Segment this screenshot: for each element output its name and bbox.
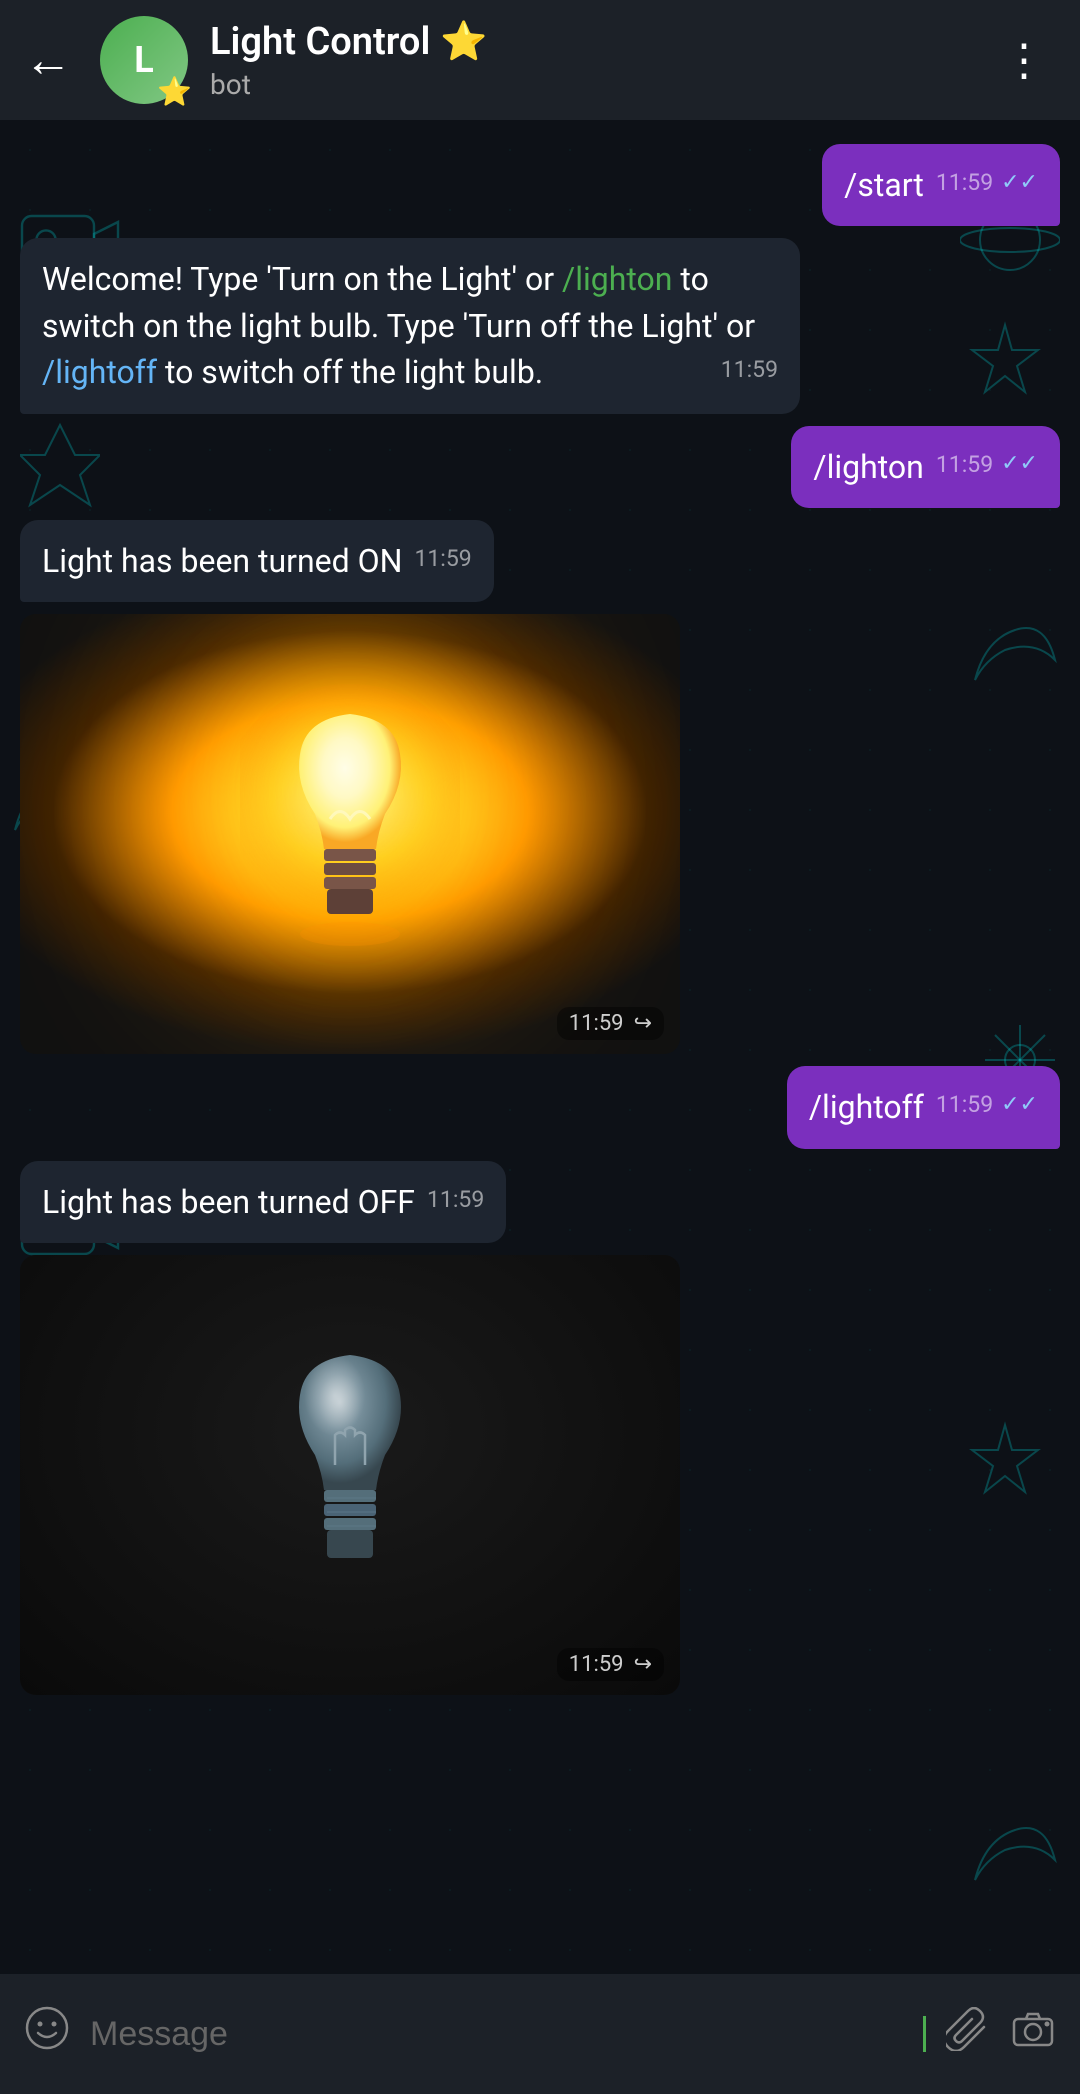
message-input-wrap	[90, 2015, 926, 2054]
incoming-bubble: Light has been turned OFF 11:59	[20, 1161, 506, 1243]
message-text: Light has been turned ON	[42, 542, 402, 580]
image-meta: 11:59 ↪	[557, 1648, 664, 1681]
bulb-off-canvas	[20, 1255, 680, 1695]
incoming-bubble: Welcome! Type 'Turn on the Light' or /li…	[20, 238, 800, 413]
camera-button[interactable]	[1010, 2006, 1056, 2063]
emoji-button[interactable]	[24, 2005, 70, 2063]
bulb-on-image: 11:59 ↪	[20, 614, 680, 1054]
read-receipt: ✓✓	[1001, 448, 1038, 480]
message-time: 11:59	[936, 448, 993, 481]
message-row: Welcome! Type 'Turn on the Light' or /li…	[20, 238, 1060, 413]
outgoing-bubble: /lightoff 11:59 ✓✓	[787, 1066, 1060, 1148]
message-time: 11:59	[721, 353, 778, 386]
message-input[interactable]	[90, 2015, 921, 2054]
text-cursor	[923, 2016, 926, 2052]
message-text: Welcome! Type 'Turn on the Light' or /li…	[42, 260, 755, 391]
message-meta: 11:59	[721, 353, 778, 386]
bulb-on-canvas	[20, 614, 680, 1054]
message-text: /lightoff	[809, 1088, 924, 1126]
message-time: 11:59	[414, 542, 471, 575]
message-row: 11:59 ↪	[20, 614, 1060, 1054]
image-time: 11:59	[569, 1652, 624, 1677]
bulb-on-svg	[240, 674, 460, 994]
outgoing-bubble: /lighton 11:59 ✓✓	[791, 426, 1060, 508]
chat-background: /start 11:59 ✓✓ Welcome! Type 'Turn on t…	[0, 120, 1080, 2094]
message-text: /start	[844, 166, 924, 204]
image-time: 11:59	[569, 1011, 624, 1036]
read-receipt: ✓✓	[1001, 167, 1038, 199]
message-row: Light has been turned OFF 11:59	[20, 1161, 1060, 1243]
message-meta: 11:59 ✓✓	[936, 166, 1038, 199]
message-row: 11:59 ↪ ↓ ↪	[20, 1255, 1060, 1695]
outgoing-bubble: /start 11:59 ✓✓	[822, 144, 1060, 226]
message-row: /lighton 11:59 ✓✓	[20, 426, 1060, 508]
read-receipt: ✓✓	[1001, 1089, 1038, 1121]
avatar: L ⭐	[100, 16, 188, 104]
image-meta: 11:59 ↪	[557, 1007, 664, 1040]
message-text: Light has been turned OFF	[42, 1183, 415, 1221]
bulb-off-svg	[240, 1315, 460, 1635]
message-time: 11:59	[427, 1183, 484, 1216]
message-meta: 11:59	[414, 542, 471, 575]
message-row: Light has been turned ON 11:59	[20, 520, 1060, 602]
message-row: /start 11:59 ✓✓	[20, 144, 1060, 226]
chat-header: ← L ⭐ Light Control ⭐ bot ⋮	[0, 0, 1080, 120]
command-green: /lighton	[562, 260, 672, 298]
avatar-emoji: ⭐	[157, 75, 192, 108]
message-time: 11:59	[936, 166, 993, 199]
message-text: /lighton	[813, 448, 923, 486]
back-button[interactable]: ←	[24, 36, 72, 84]
attach-button[interactable]	[946, 2007, 990, 2062]
chat-subtitle: bot	[210, 68, 992, 101]
header-info: Light Control ⭐ bot	[210, 20, 992, 101]
message-meta: 11:59	[427, 1183, 484, 1216]
more-options-button[interactable]: ⋮	[992, 24, 1056, 96]
incoming-bubble: Light has been turned ON 11:59	[20, 520, 494, 602]
message-meta: 11:59 ✓✓	[936, 448, 1038, 481]
message-row: /lightoff 11:59 ✓✓	[20, 1066, 1060, 1148]
message-meta: 11:59 ✓✓	[936, 1088, 1038, 1121]
bulb-off-image: 11:59 ↪ ↓ ↪	[20, 1255, 680, 1695]
forward-icon-img[interactable]: ↪	[634, 1011, 652, 1036]
chat-title: Light Control ⭐	[210, 20, 992, 64]
chat-messages: /start 11:59 ✓✓ Welcome! Type 'Turn on t…	[0, 120, 1080, 1875]
message-input-bar	[0, 1974, 1080, 2094]
forward-icon-img2[interactable]: ↪	[634, 1652, 652, 1677]
command-link: /lightoff	[42, 353, 157, 391]
message-time: 11:59	[936, 1088, 993, 1121]
